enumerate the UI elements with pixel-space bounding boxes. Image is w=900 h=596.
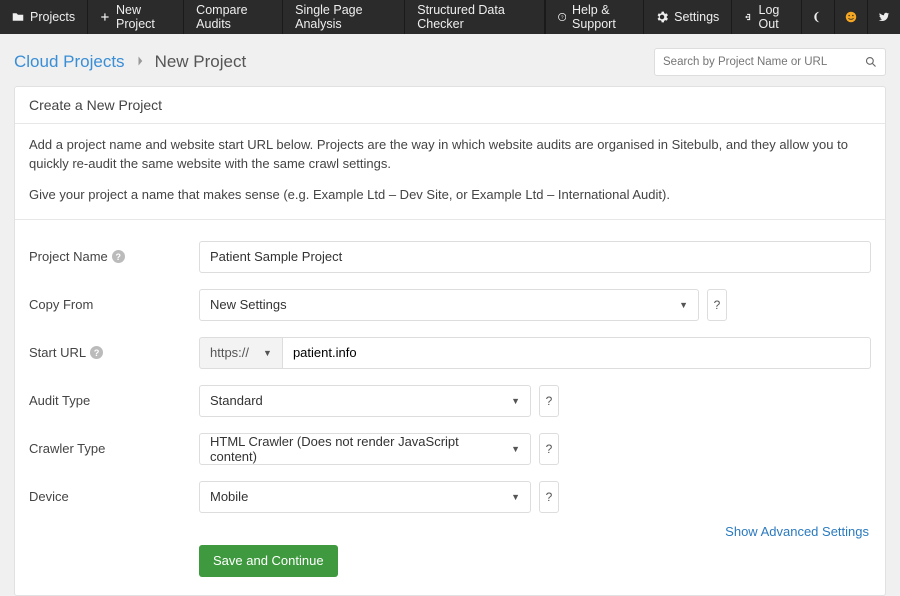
chevron-down-icon: ▼ [511,492,520,502]
create-project-panel: Create a New Project Add a project name … [14,86,886,596]
chevron-down-icon: ▼ [511,396,520,406]
copy-from-help[interactable]: ? [707,289,727,321]
device-help[interactable]: ? [539,481,559,513]
crawler-type-select[interactable]: HTML Crawler (Does not render JavaScript… [199,433,531,465]
nav-compare-audits[interactable]: Compare Audits [184,0,283,34]
nav-settings[interactable]: Settings [643,0,731,34]
nav-twitter[interactable] [867,0,900,34]
svg-text:?: ? [561,15,564,20]
help-icon[interactable]: ? [112,250,125,263]
project-name-label: Project Name ? [29,249,199,264]
breadcrumb-current: New Project [155,52,247,72]
nav-logout-label: Log Out [759,3,789,31]
breadcrumb: Cloud Projects New Project [14,52,246,72]
copy-from-label: Copy From [29,297,199,312]
nav-logout[interactable]: Log Out [731,0,801,34]
chevron-down-icon: ▼ [511,444,520,454]
audit-type-select[interactable]: Standard ▼ [199,385,531,417]
moon-icon [812,11,824,23]
audit-type-value: Standard [210,393,263,408]
subheader: Cloud Projects New Project [0,34,900,84]
crawler-type-value: HTML Crawler (Does not render JavaScript… [210,434,501,464]
search-input[interactable] [663,56,865,68]
gear-icon [656,11,668,23]
protocol-value: https:// [210,345,249,360]
panel-desc-1: Add a project name and website start URL… [29,136,871,174]
smiley-icon [845,11,857,23]
device-value: Mobile [210,489,248,504]
nav-theme-toggle[interactable] [801,0,834,34]
nav-new-project[interactable]: New Project [88,0,184,34]
panel-description: Add a project name and website start URL… [15,124,885,220]
panel-title: Create a New Project [15,87,885,124]
nav-structured-data[interactable]: Structured Data Checker [405,0,544,34]
crawler-type-help[interactable]: ? [539,433,559,465]
copy-from-select[interactable]: New Settings ▼ [199,289,699,321]
search-box[interactable] [654,48,886,76]
help-icon: ? [558,11,566,23]
nav-single-page[interactable]: Single Page Analysis [283,0,405,34]
copy-from-value: New Settings [210,297,287,312]
start-url-label: Start URL ? [29,345,199,360]
nav-new-project-label: New Project [116,3,171,31]
nav-projects-label: Projects [30,10,75,24]
nav-single-page-label: Single Page Analysis [295,3,392,31]
nav-help-label: Help & Support [572,3,631,31]
folder-icon [12,11,24,23]
twitter-icon [878,11,890,23]
help-icon[interactable]: ? [90,346,103,359]
nav-structured-data-label: Structured Data Checker [417,3,531,31]
chevron-right-icon [135,52,145,72]
logout-icon [744,11,752,23]
device-label: Device [29,489,199,504]
nav-help[interactable]: ? Help & Support [545,0,644,34]
panel-desc-2: Give your project a name that makes sens… [29,186,871,205]
protocol-select[interactable]: https:// ▼ [199,337,283,369]
nav-feedback[interactable] [834,0,867,34]
project-name-input[interactable] [199,241,871,273]
device-select[interactable]: Mobile ▼ [199,481,531,513]
nav-compare-audits-label: Compare Audits [196,3,270,31]
chevron-down-icon: ▼ [263,348,272,358]
audit-type-help[interactable]: ? [539,385,559,417]
show-advanced-link[interactable]: Show Advanced Settings [725,524,869,539]
breadcrumb-root[interactable]: Cloud Projects [14,52,125,72]
plus-icon [100,11,110,23]
crawler-type-label: Crawler Type [29,441,199,456]
nav-projects[interactable]: Projects [0,0,88,34]
chevron-down-icon: ▼ [679,300,688,310]
nav-settings-label: Settings [674,10,719,24]
start-url-input[interactable] [283,337,871,369]
top-navbar: Projects New Project Compare Audits Sing… [0,0,900,34]
search-icon [865,56,877,68]
audit-type-label: Audit Type [29,393,199,408]
